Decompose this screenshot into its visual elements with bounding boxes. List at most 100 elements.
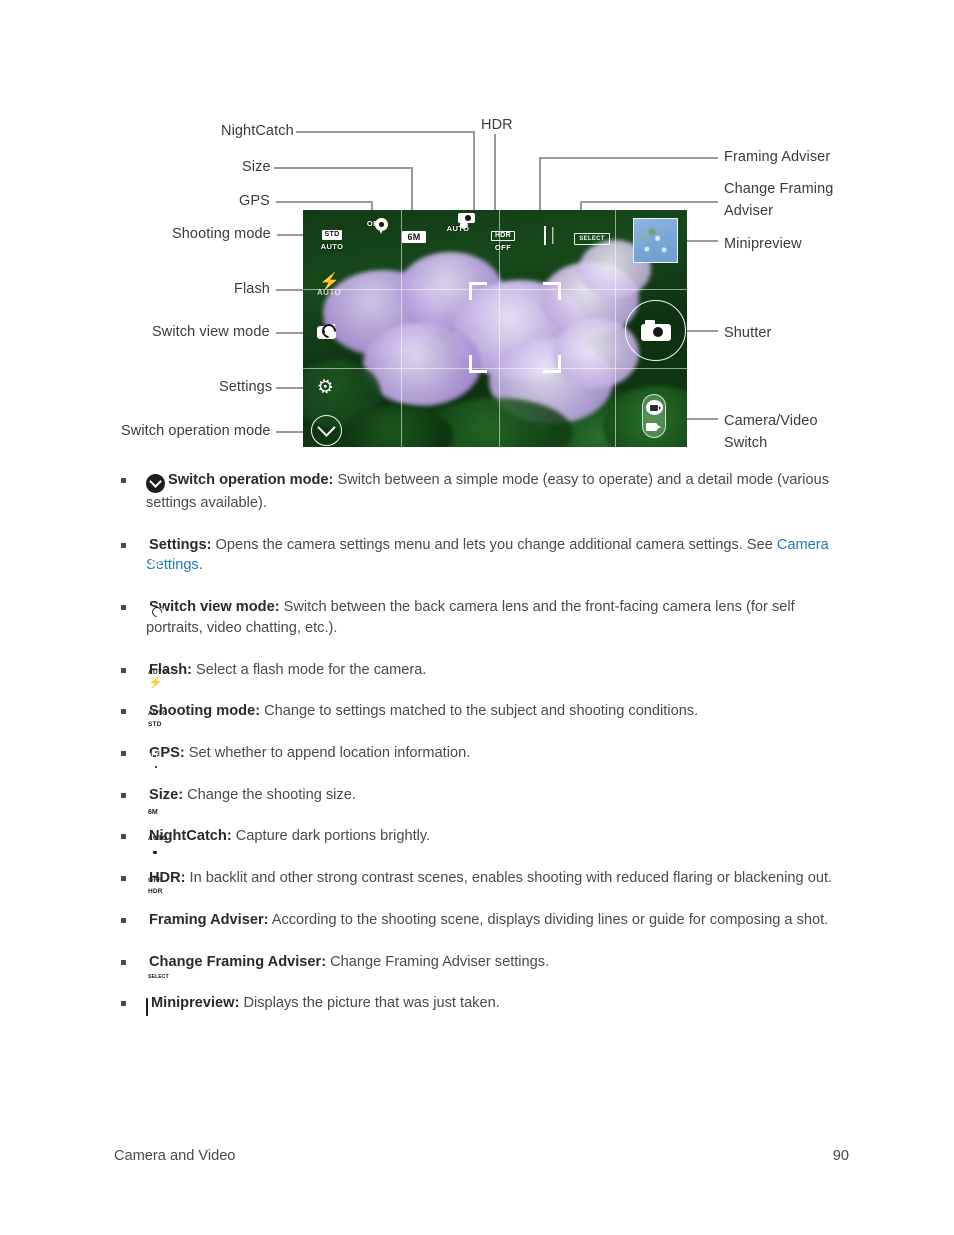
bullet-marker [121,1001,126,1007]
camera-video-switch[interactable] [642,394,666,438]
switch-view-mode-icon[interactable] [317,320,339,341]
callout-label-framing-adviser: Framing Adviser [724,149,831,165]
list-item-title: Size: [149,786,184,803]
size-value-label: 6M [402,231,426,243]
leader-line-minipreview [684,240,718,242]
list-item-title: Minipreview: [151,995,240,1012]
bullet-marker [121,917,126,923]
gps-icon[interactable]: OFF [359,218,391,228]
callout-label-minipreview: Minipreview [724,236,802,252]
list-item: HDROFF HDR: In backlit and other strong … [118,868,848,895]
list-item: ⚡AUTO Flash: Select a flash mode for the… [118,660,848,689]
callout-label-size: Size [242,159,271,175]
list-item-title: Framing Adviser: [149,911,269,928]
leader-line-nightcatch-v [473,131,475,219]
focus-bracket-top-right [543,282,561,300]
list-item-body: Capture dark portions brightly. [231,828,431,845]
framing-adviser-grid-glyph [544,226,546,245]
bullet-marker [121,792,126,798]
list-item-body: Opens the camera settings menu and lets … [211,536,777,553]
camera-ui-callout-diagram: NightCatch Size GPS Shooting mode Flash … [0,0,954,460]
callout-label-shutter: Shutter [724,325,772,341]
list-item: Switch view mode: Switch between the bac… [118,597,848,638]
callout-label-camera-video-switch: Camera/Video Switch [724,413,818,452]
camera-viewfinder[interactable]: STD AUTO OFF 6M AUTO HDR OFF SELECT ⚡ AU… [303,210,687,447]
switch-operation-mode-icon[interactable] [311,415,342,446]
footer-page-number: 90 [832,1148,849,1164]
switch-operation-mode-icon [146,474,165,493]
list-item-body: Change the shooting size. [183,786,356,803]
bullet-marker [121,709,126,715]
list-item-body: Set whether to append location informati… [184,745,471,762]
bullet-marker [121,834,126,840]
camera-controls-description-list: Switch operation mode: Switch between a … [118,470,848,1039]
change-framing-adviser-icon[interactable]: SELECT [570,227,614,245]
camera-mode-toggle[interactable] [645,400,663,415]
hdr-chip-label: HDR [490,231,516,241]
callout-label-switch-operation-mode: Switch operation mode [121,423,271,439]
page-footer: Camera and Video 90 [0,1148,954,1172]
callout-label-shooting-mode: Shooting mode [172,226,271,242]
list-item-body: Change Framing Adviser settings. [326,953,550,970]
leader-line-size-h [274,167,412,169]
shooting-mode-icon[interactable]: STD AUTO [313,223,351,251]
shooting-mode-sub-label: AUTO [320,242,344,251]
callout-label-settings: Settings [219,379,273,395]
callout-label-gps: GPS [239,193,270,209]
list-item-body: According to the shooting scene, display… [268,911,829,928]
list-item-body: Select a flash mode for the camera. [191,661,427,678]
leader-line-gps-h [276,201,372,203]
bullet-marker [121,959,126,965]
callout-label-switch-view-mode: Switch view mode [152,324,270,340]
list-item: AUTO NightCatch: Capture dark portions b… [118,826,848,856]
callout-label-nightcatch: NightCatch [221,123,294,139]
list-item-title: Settings: [149,536,212,553]
bullet-marker [121,876,126,882]
callout-label-change-framing-adviser: Change Framing Adviser [724,181,834,220]
minipreview-thumbnail[interactable] [633,218,678,263]
list-item: Framing Adviser: According to the shooti… [118,910,848,944]
shooting-mode-chip-label: STD [321,230,343,240]
shutter-button[interactable] [625,300,686,361]
video-mode-toggle[interactable] [645,421,663,432]
flash-state-label: AUTO [317,288,342,297]
viewfinder-top-bar: STD AUTO OFF 6M AUTO HDR OFF SELECT [303,210,687,263]
hdr-icon[interactable]: HDR OFF [483,224,523,252]
flash-icon[interactable]: ⚡ AUTO [317,273,342,299]
shutter-camera-glyph [640,320,671,341]
list-item: SELECT Change Framing Adviser: Change Fr… [118,952,848,980]
change-framing-adviser-label: SELECT [574,233,610,245]
bullet-marker [121,751,126,757]
size-icon[interactable]: 6M [396,227,432,245]
list-item: OFF GPS: Set whether to append location … [118,743,848,773]
focus-bracket-top-left [469,282,487,300]
focus-bracket-bottom-left [469,355,487,373]
bullet-marker [121,478,126,483]
list-item: 6M Size: Change the shooting size. [118,785,848,816]
list-item: Minipreview: Displays the picture that w… [118,993,848,1018]
focus-bracket-bottom-right [543,355,561,373]
nightcatch-icon[interactable]: AUTO [439,213,477,233]
leader-line-shutter [684,330,718,332]
framing-adviser-icon[interactable] [530,226,560,245]
footer-section-title: Camera and Video [114,1148,236,1164]
bullet-marker [121,667,126,673]
leader-line-change-framing-adviser-h [581,201,718,203]
callout-label-flash: Flash [234,281,270,297]
settings-wrench-icon[interactable]: ⚙ [315,375,336,399]
list-item-title: Switch view mode: [149,599,280,616]
list-item-body: Change to settings matched to the subjec… [260,703,699,720]
viewfinder-gridline-h2 [303,368,687,369]
list-item-title: Switch operation mode: [168,472,334,488]
list-item-title: Change Framing Adviser: [149,953,327,970]
list-item: ⚙ Settings: Opens the camera settings me… [118,535,848,576]
list-item-body: In backlit and other strong contrast sce… [185,870,833,887]
list-item-body: Displays the picture that was just taken… [239,995,500,1012]
callout-label-hdr: HDR [481,117,513,133]
hdr-state-label: OFF [494,243,512,252]
list-item-tail: . [198,557,203,574]
leader-line-nightcatch-h [296,131,474,133]
list-item: Switch operation mode: Switch between a … [118,470,848,514]
viewfinder-gridline-h1 [303,289,687,290]
bullet-marker [121,542,126,548]
